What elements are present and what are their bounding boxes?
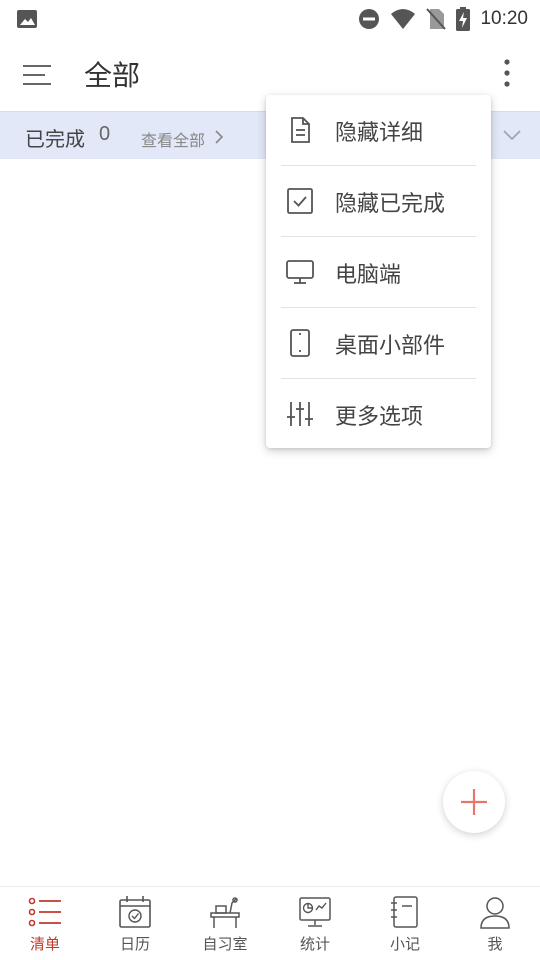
menu-item-desktop[interactable]: 电脑端 — [266, 237, 491, 307]
chevron-down-icon[interactable] — [502, 128, 522, 142]
nav-item-calendar[interactable]: 日历 — [90, 887, 180, 960]
menu-item-label: 电脑端 — [335, 263, 402, 288]
add-task-button[interactable] — [443, 771, 505, 833]
menu-item-more-options[interactable]: 更多选项 — [266, 379, 491, 449]
nav-label: 我 — [487, 935, 503, 953]
nav-label: 小记 — [389, 935, 420, 953]
menu-item-label: 桌面小部件 — [335, 334, 446, 359]
document-icon — [291, 117, 310, 143]
nav-label: 自习室 — [202, 935, 248, 953]
status-time: 10:20 — [480, 8, 528, 29]
battery-charging-icon — [456, 7, 471, 31]
statistics-icon — [299, 897, 331, 927]
list-icon — [28, 897, 61, 927]
wifi-icon — [391, 9, 416, 29]
more-options-button[interactable] — [500, 56, 514, 90]
nav-item-me[interactable]: 我 — [450, 887, 540, 960]
phone-icon — [290, 329, 310, 357]
view-all-link[interactable]: 查看全部 — [141, 127, 205, 151]
nav-item-list[interactable]: 清单 — [0, 887, 90, 960]
menu-item-label: 隐藏详细 — [335, 121, 424, 146]
bottom-navigation: 清单 日历 自习室 统计 小记 我 — [0, 886, 540, 960]
notebook-icon — [391, 896, 418, 928]
nav-item-notes[interactable]: 小记 — [360, 887, 450, 960]
nav-label: 日历 — [119, 935, 150, 953]
menu-item-hide-completed[interactable]: 隐藏已完成 — [266, 166, 491, 236]
chevron-right-icon — [215, 130, 224, 144]
completed-label: 已完成 — [25, 127, 85, 151]
do-not-disturb-icon — [359, 9, 380, 29]
monitor-icon — [286, 260, 314, 284]
status-bar: 10:20 — [0, 0, 540, 38]
nav-item-statistics[interactable]: 统计 — [270, 887, 360, 960]
completed-count: 0 — [99, 123, 111, 145]
nav-label: 统计 — [299, 935, 330, 953]
calendar-icon — [119, 896, 151, 928]
menu-item-label: 隐藏已完成 — [335, 192, 446, 217]
hamburger-menu-icon — [23, 65, 51, 85]
nav-label: 清单 — [29, 935, 60, 953]
plus-icon — [461, 789, 487, 815]
menu-item-hide-details[interactable]: 隐藏详细 — [266, 95, 491, 165]
no-sim-icon — [426, 8, 447, 30]
sliders-icon — [287, 402, 313, 426]
menu-item-widget[interactable]: 桌面小部件 — [266, 308, 491, 378]
checkbox-icon — [287, 188, 313, 214]
image-notification-icon — [17, 10, 37, 28]
more-vertical-icon — [504, 59, 510, 87]
overflow-menu: 隐藏详细 隐藏已完成 电脑端 桌面小部件 更多选项 — [266, 95, 491, 448]
menu-button[interactable] — [22, 60, 52, 90]
menu-item-label: 更多选项 — [335, 405, 424, 430]
study-room-icon — [210, 897, 240, 928]
profile-icon — [480, 897, 510, 929]
nav-item-study-room[interactable]: 自习室 — [180, 887, 270, 960]
page-title: 全部 — [84, 59, 141, 92]
